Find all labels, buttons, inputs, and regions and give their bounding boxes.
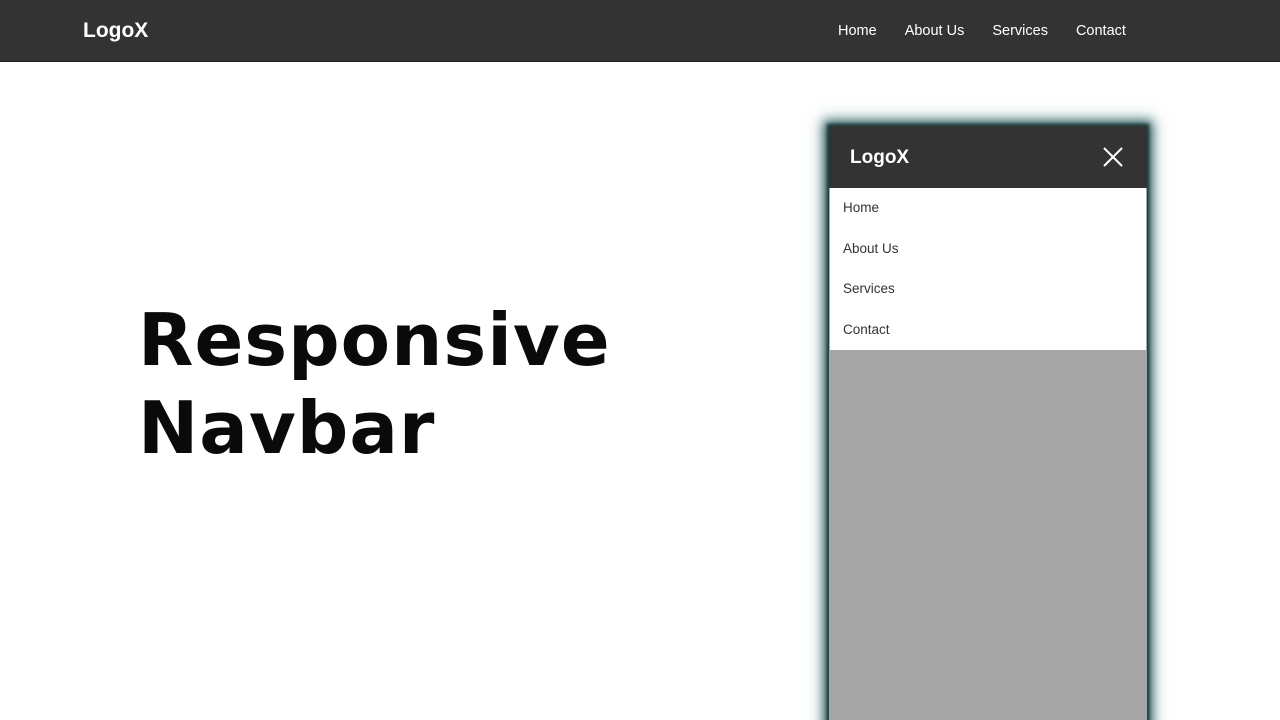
mobile-link-home[interactable]: Home xyxy=(830,188,1146,229)
mobile-logo[interactable]: LogoX xyxy=(850,147,909,169)
nav-link-contact[interactable]: Contact xyxy=(1076,22,1126,40)
nav-link-services[interactable]: Services xyxy=(992,22,1048,40)
close-menu-button[interactable] xyxy=(1101,145,1125,169)
mobile-link-services[interactable]: Services xyxy=(830,269,1146,310)
page-title: Responsive Navbar xyxy=(138,296,611,472)
mobile-content-overlay xyxy=(830,350,1146,720)
page-title-line-1: Responsive xyxy=(138,298,611,382)
nav-link-home[interactable]: Home xyxy=(838,22,877,40)
mobile-preview: LogoX Home About Us Services Contact xyxy=(829,126,1147,720)
nav-link-about-us[interactable]: About Us xyxy=(905,22,965,40)
page: LogoX Home About Us Services Contact Res… xyxy=(0,0,1280,720)
page-title-line-2: Navbar xyxy=(138,386,436,470)
desktop-navbar: LogoX Home About Us Services Contact xyxy=(0,0,1280,62)
mobile-navbar: LogoX xyxy=(829,126,1147,188)
mobile-link-about-us[interactable]: About Us xyxy=(830,229,1146,270)
close-icon xyxy=(1103,147,1123,167)
navbar-logo[interactable]: LogoX xyxy=(83,19,148,43)
mobile-link-contact[interactable]: Contact xyxy=(830,310,1146,351)
navbar-links: Home About Us Services Contact xyxy=(838,22,1126,40)
mobile-menu: Home About Us Services Contact xyxy=(830,188,1146,350)
